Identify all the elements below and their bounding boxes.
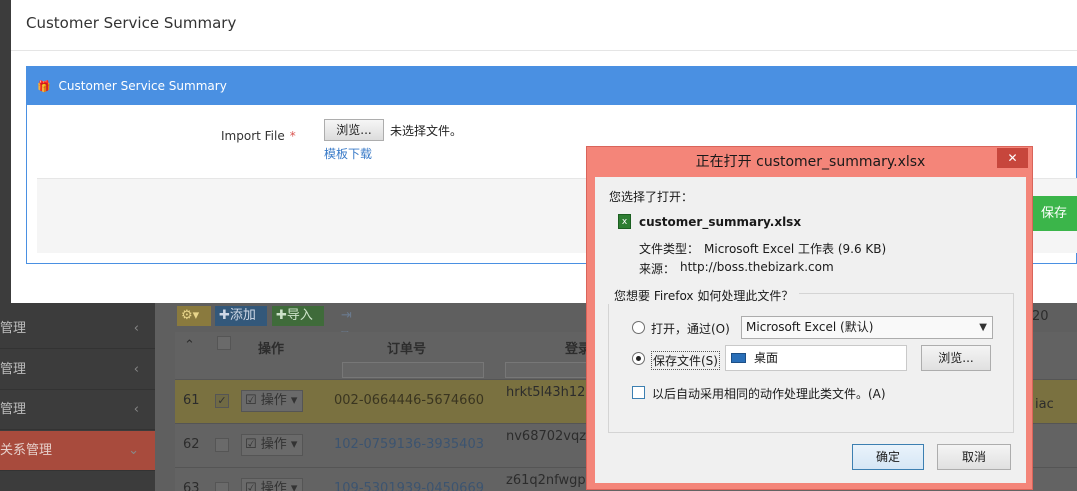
no-file-text: 未选择文件。 bbox=[390, 124, 463, 138]
chevron-left-icon: ‹ bbox=[133, 402, 139, 417]
action-question: 您想要 Firefox 如何处理此文件？ bbox=[608, 287, 800, 304]
file-name: customer_summary.xlsx bbox=[639, 215, 802, 229]
cell-text: iac bbox=[1035, 397, 1054, 412]
row-checkbox[interactable] bbox=[215, 482, 229, 491]
source-label: 来源： bbox=[639, 262, 676, 276]
dialog-body: 您选择了打开： x customer_summary.xlsx 文件类型： Mi… bbox=[595, 177, 1026, 483]
order-number: 002-0664446-5674660 bbox=[334, 393, 484, 408]
order-number-link[interactable]: 109-5301939-0450669 bbox=[334, 481, 484, 491]
row-checkbox[interactable]: ✓ bbox=[215, 394, 229, 408]
save-file-radio[interactable] bbox=[632, 352, 645, 365]
file-type-label: 文件类型： bbox=[639, 242, 700, 256]
row-action-button[interactable]: ☑ 操作 ▾ bbox=[241, 478, 303, 491]
column-header-order[interactable]: 订单号 bbox=[387, 338, 426, 357]
sort-icon[interactable]: ⌃ bbox=[184, 338, 195, 353]
chevron-left-icon: ‹ bbox=[133, 321, 139, 336]
row-number: 61 bbox=[183, 393, 200, 408]
auto-action-label[interactable]: 以后自动采用相同的动作处理此类文件。(A) bbox=[652, 385, 886, 402]
row-checkbox[interactable] bbox=[215, 438, 229, 452]
sidebar-item-label: 管理 bbox=[0, 321, 27, 336]
open-with-app-select[interactable]: Microsoft Excel (默认) ▼ bbox=[741, 316, 993, 339]
download-dialog: 正在打开 customer_summary.xlsx ✕ 您选择了打开： x c… bbox=[586, 146, 1033, 490]
row-number: 63 bbox=[183, 481, 200, 491]
row-action-button[interactable]: ☑ 操作 ▾ bbox=[241, 390, 303, 412]
desktop-icon bbox=[731, 353, 746, 363]
divider bbox=[11, 50, 1077, 51]
row-number: 62 bbox=[183, 437, 200, 452]
column-header-op[interactable]: 操作 bbox=[258, 338, 284, 357]
order-filter-input[interactable] bbox=[342, 362, 484, 378]
file-type-value: Microsoft Excel 工作表 (9.6 KB) bbox=[704, 242, 887, 256]
panel-header: 🎁 Customer Service Summary bbox=[27, 67, 1077, 105]
panel-title: Customer Service Summary bbox=[58, 79, 227, 93]
save-folder-field: 桌面 bbox=[725, 345, 907, 371]
ok-button[interactable]: 确定 bbox=[852, 444, 924, 470]
order-number-link[interactable]: 102-0759136-3935403 bbox=[334, 437, 484, 452]
sidebar-item-active[interactable]: 关系管理 ⌄ bbox=[0, 431, 155, 471]
chevron-down-icon: ⌄ bbox=[128, 443, 139, 458]
sidebar-item[interactable]: 管理 ‹ bbox=[0, 350, 155, 390]
folder-browse-button[interactable]: 浏览... bbox=[921, 345, 991, 371]
file-browse-button[interactable]: 浏览... bbox=[324, 119, 384, 141]
dialog-title: 正在打开 customer_summary.xlsx bbox=[695, 154, 926, 170]
modal-title: Customer Service Summary bbox=[26, 14, 237, 32]
sidebar-item-label: 关系管理 bbox=[0, 443, 53, 458]
import-file-label-text: Import File bbox=[221, 129, 285, 143]
sidebar-item-label: 管理 bbox=[0, 402, 27, 417]
source-value: http://boss.thebizark.com bbox=[680, 260, 834, 274]
gift-icon: 🎁 bbox=[37, 80, 51, 93]
open-with-app-value: Microsoft Excel (默认) bbox=[746, 320, 874, 334]
excel-file-icon: x bbox=[618, 214, 631, 229]
save-button[interactable]: 保存 bbox=[1033, 196, 1077, 231]
add-button[interactable]: ✚添加 bbox=[215, 306, 267, 326]
import-button[interactable]: ✚导入 bbox=[272, 306, 324, 326]
cancel-button[interactable]: 取消 bbox=[937, 444, 1011, 470]
close-button[interactable]: ✕ bbox=[997, 148, 1028, 168]
auto-action-checkbox[interactable] bbox=[632, 386, 645, 399]
chevron-left-icon: ‹ bbox=[133, 362, 139, 377]
row-action-button[interactable]: ☑ 操作 ▾ bbox=[241, 434, 303, 456]
chevron-down-icon: ▼ bbox=[979, 322, 987, 333]
save-folder-name: 桌面 bbox=[754, 351, 779, 365]
save-file-label[interactable]: 保存文件(S) bbox=[651, 351, 720, 370]
import-file-label: Import File * bbox=[221, 129, 296, 143]
open-with-label[interactable]: 打开，通过(O) bbox=[651, 320, 730, 337]
login-value: z61q2nfwgp bbox=[506, 473, 586, 488]
required-mark: * bbox=[289, 129, 296, 143]
sidebar-item-label: 管理 bbox=[0, 362, 27, 377]
select-all-checkbox[interactable] bbox=[217, 336, 231, 350]
page-size-select[interactable]: 20 bbox=[1032, 309, 1049, 324]
open-with-radio[interactable] bbox=[632, 321, 645, 334]
you-chose-label: 您选择了打开： bbox=[609, 190, 694, 204]
template-download-link[interactable]: 模板下载 bbox=[324, 145, 372, 162]
login-filter-input[interactable] bbox=[505, 362, 595, 378]
sidebar-item[interactable]: 管理 ‹ bbox=[0, 309, 155, 349]
sidebar-item[interactable]: 管理 ‹ bbox=[0, 390, 155, 430]
toolbar-icons[interactable]: ⇥ ⧉ ⌕ ⟳ bbox=[337, 306, 366, 383]
settings-dropdown-button[interactable]: ⚙▾ bbox=[177, 306, 211, 326]
